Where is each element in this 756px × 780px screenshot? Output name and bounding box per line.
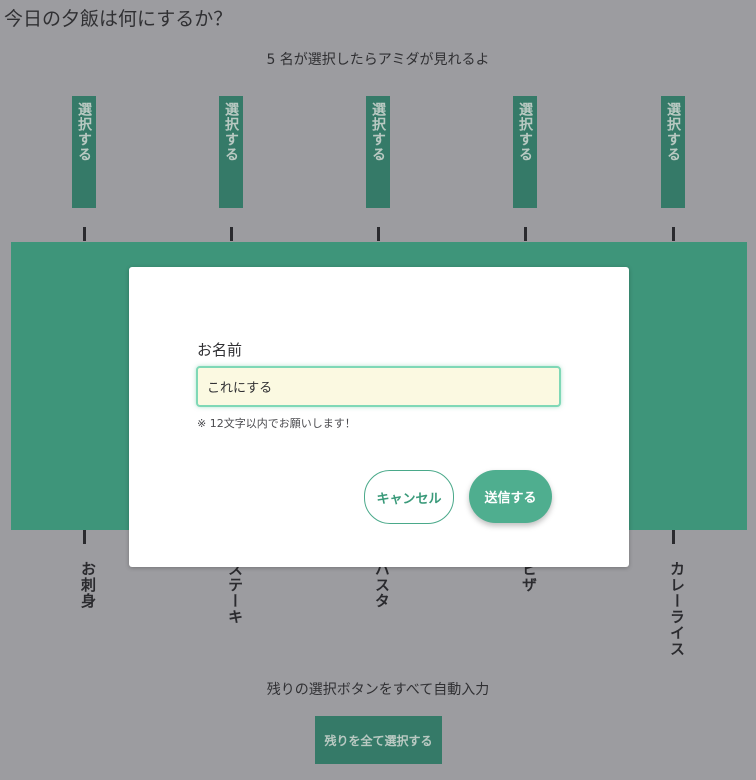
name-modal: お名前 ※ 12文字以内でお願いします！ キャンセル 送信する (129, 267, 629, 567)
amida-line-bottom-5 (672, 530, 675, 544)
submit-button[interactable]: 送信する (469, 470, 552, 523)
select-all-button[interactable]: 残りを全て選択する (315, 716, 442, 764)
info-text: 5 名が選択したらアミダが見れるよ (266, 52, 490, 68)
result-label-3: パスタ (373, 561, 391, 609)
result-label-1: お刺身 (79, 561, 97, 609)
name-note: ※ 12文字以内でお願いします！ (197, 417, 356, 430)
select-button-5[interactable]: 選択する (661, 96, 685, 208)
page-title: 今日の夕飯は何にするか？ (4, 8, 233, 30)
auto-fill-text: 残りの選択ボタンをすべて自動入力 (266, 682, 490, 698)
select-button-3[interactable]: 選択する (366, 96, 390, 208)
amida-line-top-3 (377, 227, 380, 241)
select-button-2[interactable]: 選択する (219, 96, 243, 208)
select-button-1[interactable]: 選択する (72, 96, 96, 208)
name-input[interactable] (196, 366, 561, 407)
amida-line-top-1 (83, 227, 86, 241)
result-label-5: カレーライス (668, 561, 686, 657)
amida-line-bottom-1 (83, 530, 86, 544)
name-label: お名前 (197, 341, 243, 359)
select-button-4[interactable]: 選択する (513, 96, 537, 208)
cancel-button[interactable]: キャンセル (364, 470, 454, 524)
result-label-2: ステーキ (226, 561, 244, 625)
amida-line-top-5 (672, 227, 675, 241)
amida-line-top-2 (230, 227, 233, 241)
amida-line-top-4 (524, 227, 527, 241)
